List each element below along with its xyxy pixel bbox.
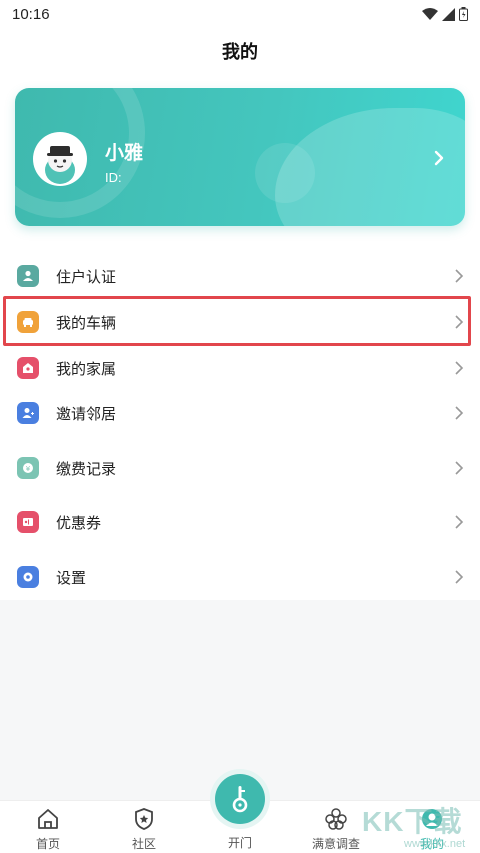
battery-icon [459,7,468,21]
menu-item-settings[interactable]: 设置 [0,555,480,599]
car-icon [17,311,39,333]
content-spacer [0,600,480,800]
chevron-right-icon [455,515,464,529]
menu-item-coupon[interactable]: 优惠券 [0,500,480,544]
community-icon [135,808,153,830]
signal-icon [442,7,455,21]
invite-neighbor-icon [17,402,39,424]
menu-item-my-vehicle[interactable]: 我的车辆 [0,300,480,344]
chevron-right-icon [455,461,464,475]
menu-item-label: 我的车辆 [56,314,117,332]
chevron-right-icon [455,269,464,283]
chevron-right-icon [455,361,464,375]
chevron-right-icon[interactable] [431,150,447,166]
menu-item-label: 邀请邻居 [56,405,117,423]
profile-card[interactable]: 小雅 ID: [15,88,465,226]
avatar-image [45,146,75,184]
status-time: 10:16 [12,5,50,23]
wifi-icon [422,7,438,20]
card-decor-dot [255,143,315,203]
open-door-button[interactable] [215,774,265,824]
status-icons [422,7,468,21]
status-bar: 10:16 [0,0,480,28]
page-title: 我的 [222,42,258,62]
tab-label: 社区 [131,837,156,851]
tab-open-door-label: 开门 [227,836,252,850]
chevron-right-icon [455,406,464,420]
coupon-icon [17,511,39,533]
menu-item-label: 我的家属 [56,360,117,378]
menu-item-resident-cert[interactable]: 住户认证 [0,254,480,298]
settings-icon [17,566,39,588]
menu-item-label: 缴费记录 [56,460,117,478]
resident-cert-icon [17,265,39,287]
menu-item-family[interactable]: 我的家属 [0,346,480,390]
svg-text:¥: ¥ [26,465,31,473]
menu-item-label: 设置 [56,569,87,587]
menu-item-label: 优惠券 [56,514,102,532]
user-id: ID: [105,170,122,185]
survey-icon [325,808,347,830]
menu-item-label: 住户认证 [56,268,117,286]
chevron-right-icon [455,570,464,584]
key-icon [232,786,248,813]
user-name: 小雅 [105,143,144,164]
watermark: KK下载 [362,806,463,837]
tab-community[interactable]: 社区 [104,801,184,853]
payment-record-icon: ¥ [17,457,39,479]
tab-home[interactable]: 首页 [8,801,88,853]
tab-label: 首页 [35,837,60,851]
menu-item-invite-neighbor[interactable]: 邀请邻居 [0,391,480,435]
home-icon [38,809,58,829]
menu-item-payment-record[interactable]: ¥ 缴费记录 [0,446,480,490]
avatar[interactable] [33,132,87,186]
family-icon [17,357,39,379]
chevron-right-icon [455,315,464,329]
watermark-url: www.kkx.net [404,838,466,850]
